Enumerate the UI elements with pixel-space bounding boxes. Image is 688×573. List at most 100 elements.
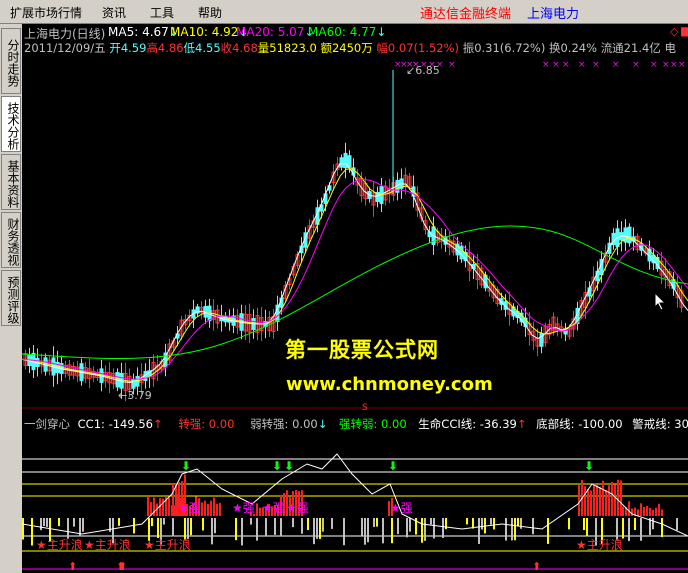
- indicator-bar-low: [202, 518, 204, 531]
- indicator-bar-red: [213, 497, 215, 516]
- indicator-bar-low: [46, 518, 48, 527]
- indicator-bar-low: [250, 518, 252, 525]
- indicator-bar-red: [210, 500, 212, 516]
- indicator-bar-low: [211, 518, 213, 545]
- tab-forecast[interactable]: 预测评级: [1, 270, 21, 326]
- indicator-bar-red: [628, 501, 630, 516]
- signal-strong-1: ★强: [178, 501, 201, 515]
- warning-line-legend: 警戒线: 30: [632, 417, 688, 431]
- indicator-bar-low: [376, 518, 378, 527]
- indicator-bar-red: [599, 486, 601, 516]
- signal-marker-x: ×: [448, 60, 456, 70]
- signal-strong-4: ★强: [286, 501, 309, 515]
- indicator-bar-low: [301, 518, 303, 534]
- qiangzhuanruo-legend: 强转弱: 0.00: [339, 417, 407, 431]
- side-tab-bar: 分时走势 技术分析 基本资料 财务透视 预测评级: [0, 24, 22, 573]
- indicator-bar-low: [31, 518, 33, 546]
- signal-up-4: ★主升浪: [576, 538, 623, 552]
- mouse-cursor-icon: [654, 292, 667, 311]
- indicator-bar-low: [478, 518, 480, 544]
- menu-bar: 扩展市场行情 资讯 工具 帮助 通达信金融终端 上海电力: [0, 0, 688, 24]
- indicator-bar-red: [661, 509, 663, 516]
- indicator-bar-low: [241, 518, 243, 546]
- signal-up-1: ★主升浪: [36, 538, 83, 552]
- indicator-bar-red: [172, 484, 174, 516]
- menu-tools[interactable]: 工具: [150, 4, 174, 21]
- indicator-bar-low: [307, 518, 309, 531]
- indicator-bar-red: [643, 506, 645, 516]
- indicator-bar-low: [568, 518, 570, 530]
- indicator-bar-low: [322, 518, 324, 532]
- indicator-bar-low: [214, 518, 216, 534]
- signal-marker-x: ×: [552, 60, 560, 70]
- indicator-bar-low: [409, 518, 411, 532]
- indicator-bar-low: [520, 518, 522, 529]
- indicator-bar-red: [219, 503, 221, 516]
- red-arrow-icon: ⬆: [532, 560, 541, 573]
- signal-marker-x: ×: [670, 60, 678, 70]
- indicator-bar-low: [406, 518, 408, 538]
- indicator-bar-low: [274, 518, 276, 535]
- indicator-bar-low: [421, 518, 423, 543]
- indicator-bar-low: [190, 518, 192, 536]
- indicator-bar-low: [661, 518, 663, 538]
- indicator-bar-low: [391, 518, 393, 544]
- signal-strong-5: ★强: [390, 501, 413, 515]
- indicator-bar-low: [442, 518, 444, 538]
- indicator-bar-low: [172, 518, 174, 537]
- app-title: 通达信金融终端: [420, 7, 512, 22]
- indicator-bar-red: [652, 509, 654, 516]
- signal-marker-x: ×: [578, 60, 586, 70]
- indicator-bar-low: [364, 518, 366, 545]
- indicator-bar-low: [265, 518, 267, 536]
- cc1-legend: CC1: -149.56: [77, 417, 153, 431]
- indicator-bar-low: [382, 518, 384, 544]
- chart-area[interactable]: 上海电力(日线) MA5: 4.67↓ MA10: 4.92↓ MA20: 5.…: [22, 24, 688, 573]
- indicator-bar-low: [343, 518, 345, 546]
- indicator-bar-low: [361, 518, 363, 536]
- tab-financials[interactable]: 财务透视: [1, 212, 21, 268]
- menu-extended-market[interactable]: 扩展市场行情: [10, 4, 82, 21]
- watermark-url: www.chnmoney.com: [286, 374, 493, 395]
- indicator-bar-low: [511, 518, 513, 541]
- indicator-bar-low: [505, 518, 507, 541]
- indicator-bar-red: [162, 498, 164, 516]
- indicator-bar-red: [649, 508, 651, 516]
- indicator-bar-low: [652, 518, 654, 530]
- indicator-bar-low: [40, 518, 42, 531]
- indicator-bar-low: [547, 518, 549, 544]
- tab-basic-info[interactable]: 基本资料: [1, 154, 21, 210]
- indicator-bar-low: [163, 518, 165, 525]
- menu-news[interactable]: 资讯: [102, 4, 126, 21]
- signal-marker-x: ×: [632, 60, 640, 70]
- red-arrow-icon: ⬆: [118, 560, 127, 573]
- red-arrow-icon: ⬆: [68, 560, 77, 573]
- indicator-bar-low: [151, 518, 153, 527]
- menu-help[interactable]: 帮助: [198, 4, 222, 21]
- signal-marker-x: ×: [542, 60, 550, 70]
- indicator-bar-red: [611, 481, 613, 516]
- tab-technical-analysis[interactable]: 技术分析: [1, 96, 21, 152]
- indicator-bar-low: [466, 518, 468, 525]
- green-arrow-icon: ⬇: [272, 459, 282, 473]
- indicator-bar-low: [586, 518, 588, 537]
- indicator-bar-low: [517, 518, 519, 527]
- green-arrow-icon: ⬇: [584, 459, 594, 473]
- kline-chart[interactable]: ×××× × × × × × × × × × × × × × × × S⬇ ⬇ ⬇ ⬇ ⬇⬆ ⬆⬆ ⬆: [22, 24, 688, 573]
- indicator-bar-low: [628, 518, 630, 542]
- life-cci-legend: 生命CCI线: -36.39: [418, 417, 517, 431]
- indicator-bar-low: [493, 518, 495, 530]
- indicator-bar-low: [43, 518, 45, 527]
- stock-title: 上海电力: [527, 7, 580, 22]
- indicator-bar-red: [605, 489, 607, 516]
- indicator-bar-red: [578, 485, 580, 516]
- indicator-bar-low: [634, 518, 636, 530]
- indicator-bar-low: [292, 518, 294, 528]
- indicator-bar-red: [622, 506, 624, 516]
- indicator-bar-low: [676, 518, 678, 531]
- indicator-bar-low: [316, 518, 318, 539]
- indicator-bar-low: [514, 518, 516, 541]
- signal-strong-2: ★强: [232, 501, 255, 515]
- tab-intraday[interactable]: 分时走势: [1, 28, 21, 94]
- indicator-bar-red: [216, 503, 218, 516]
